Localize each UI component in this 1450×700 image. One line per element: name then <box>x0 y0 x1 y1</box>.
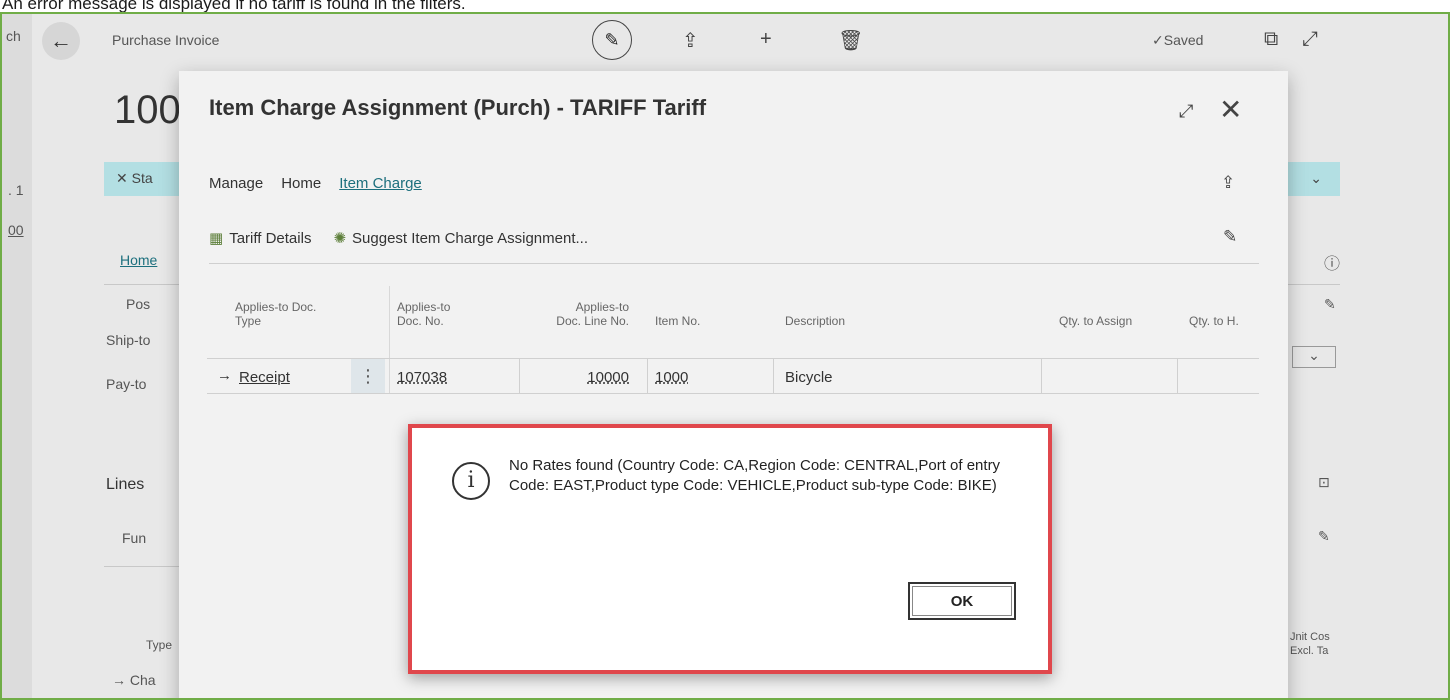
pencil-icon: ✎ <box>604 29 620 50</box>
column-header-item-no: Item No. <box>655 314 701 328</box>
chevron-down-icon[interactable]: ⌄ <box>1310 170 1322 187</box>
cell-separator <box>773 359 774 393</box>
close-icon[interactable]: ✕ <box>1219 93 1242 126</box>
column-header-line-no: Applies-to Doc. Line No. <box>549 300 629 328</box>
cell-separator <box>519 359 520 393</box>
cell-separator <box>1041 359 1042 393</box>
action-menu: Manage Home Item Charge <box>209 175 422 192</box>
column-header-qty-to-handle: Qty. to H. <box>1189 314 1239 328</box>
dropdown-icon[interactable]: ⌄ <box>1292 346 1336 368</box>
screenshot-frame: ch . 1 00 ← Purchase Invoice ✎ ⇪ + 🗑 ✓Sa… <box>0 12 1450 700</box>
arrow-left-icon: ← <box>50 28 72 53</box>
post-button[interactable]: Pos <box>126 296 150 312</box>
expand-lines-icon[interactable]: ⊡ <box>1318 474 1330 491</box>
breadcrumb: Purchase Invoice <box>112 32 220 48</box>
back-button[interactable]: ← <box>42 22 80 60</box>
cell-separator <box>1177 359 1178 393</box>
column-header-text: Applies-to Doc. No. <box>397 300 451 328</box>
share-icon[interactable]: ⇪ <box>1221 173 1235 193</box>
plus-icon[interactable]: + <box>760 28 772 51</box>
calculator-icon: ▦ <box>209 230 224 247</box>
column-header-description: Description <box>785 314 846 328</box>
suggest-icon: ✺ <box>333 230 347 247</box>
pin-icon[interactable]: ✎ <box>1324 296 1336 313</box>
ship-to-label: Ship-to <box>106 332 151 348</box>
delete-icon[interactable]: 🗑 <box>838 28 863 53</box>
info-icon: i <box>452 462 490 500</box>
ok-button[interactable]: OK <box>908 582 1016 620</box>
expand-icon[interactable]: ⤢ <box>1179 101 1193 122</box>
tab-home[interactable]: Home <box>120 252 157 268</box>
column-header-qty-to-assign: Qty. to Assign <box>1059 314 1133 328</box>
column-header-doc-type: Applies-to Doc. Type <box>235 300 325 328</box>
type-column-header: Type <box>146 638 173 652</box>
status-bar-label: ✕ Sta <box>116 170 153 186</box>
pin-icon[interactable]: ✎ <box>1318 528 1330 545</box>
description-cell: Bicycle <box>785 369 833 386</box>
saved-status: ✓Saved <box>1152 32 1204 48</box>
expand-icon[interactable]: ⤢ <box>1302 28 1318 51</box>
divider <box>209 263 1259 264</box>
item-no-cell[interactable]: 1000 <box>655 369 688 386</box>
applies-to-doc-no-cell[interactable]: 107038 <box>397 369 447 386</box>
lines-heading: Lines <box>106 476 145 493</box>
error-message-text: No Rates found (Country Code: CA,Region … <box>509 457 1001 494</box>
edit-button[interactable]: ✎ <box>592 20 632 60</box>
document-title: 100 <box>114 88 181 132</box>
column-header-text: Applies-to Doc. Line No. <box>556 300 629 328</box>
cell-separator <box>647 359 648 393</box>
edge-text: 00 <box>8 222 24 238</box>
row-arrow-icon: → <box>217 367 232 384</box>
tariff-details-button[interactable]: ▦ Tariff Details <box>209 229 311 247</box>
edge-text: ch <box>6 28 21 44</box>
menu-home[interactable]: Home <box>281 175 321 192</box>
error-message-dialog: i No Rates found (Country Code: CA,Regio… <box>408 424 1052 674</box>
pay-to-label: Pay-to <box>106 376 147 392</box>
line-type-text: Cha <box>129 672 156 688</box>
line-type-cell: → Cha <box>112 672 156 688</box>
suggest-assignment-button[interactable]: ✺ Suggest Item Charge Assignment... <box>333 229 588 247</box>
row-actions-icon[interactable]: ⋮ <box>351 359 385 393</box>
divider <box>104 566 180 567</box>
tariff-details-label: Tariff Details <box>229 230 312 247</box>
info-icon[interactable]: ⓘ <box>1324 250 1340 274</box>
action-bar: ▦ Tariff Details ✺ Suggest Item Charge Ass… <box>209 229 588 247</box>
unit-cost-column-header: Jnit Cos Excl. Ta <box>1290 631 1330 657</box>
share-icon[interactable]: ⇪ <box>682 28 699 53</box>
column-header-text: Applies-to Doc. Type <box>235 300 317 328</box>
applies-to-doc-type-cell[interactable]: Receipt <box>239 369 290 386</box>
dialog-title: Item Charge Assignment (Purch) - TARIFF … <box>209 95 707 120</box>
edge-text: . 1 <box>8 182 24 198</box>
functions-button[interactable]: Fun <box>122 530 146 546</box>
open-new-window-icon[interactable]: ⧉ <box>1264 28 1278 51</box>
column-header-doc-no: Applies-to Doc. No. <box>397 300 477 328</box>
left-navigation-strip <box>2 14 32 698</box>
pin-icon[interactable]: ✎ <box>1223 227 1237 247</box>
menu-manage[interactable]: Manage <box>209 175 263 192</box>
suggest-assignment-label: Suggest Item Charge Assignment... <box>352 230 588 247</box>
applies-to-line-no-cell[interactable]: 10000 <box>579 369 629 386</box>
menu-item-charge[interactable]: Item Charge <box>339 175 422 192</box>
